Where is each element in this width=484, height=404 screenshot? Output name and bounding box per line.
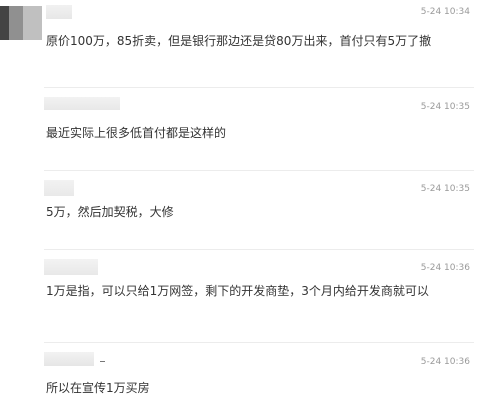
comment-time: 5-24 10:35 [420, 102, 470, 112]
comment-text: 最近实际上很多低首付都是这样的 [46, 126, 227, 140]
username-blurred[interactable] [44, 352, 105, 366]
comment-text: 5万，然后加契税，大修 [46, 205, 174, 219]
username-blurred[interactable] [44, 97, 120, 110]
username-blurred[interactable] [44, 259, 98, 275]
comment-text: 所以在宣传1万买房 [46, 381, 150, 395]
comment-time: 5-24 10:34 [420, 7, 470, 17]
username-blurred[interactable] [46, 5, 72, 19]
comment-text: 原价100万，85折卖，但是银行那边还是贷80万出来，首付只有5万了撤 [46, 34, 432, 48]
comment-list: 5-24 10:34 原价100万，85折卖，但是银行那边还是贷80万出来，首付… [0, 0, 484, 404]
comment-time: 5-24 10:35 [420, 184, 470, 194]
username-blurred[interactable] [44, 180, 74, 196]
comment-time: 5-24 10:36 [420, 357, 470, 367]
comment-text: 1万是指，可以只给1万网签，剩下的开发商垫，3个月内给开发商就可以 [46, 284, 429, 298]
comment-time: 5-24 10:36 [420, 263, 470, 273]
avatar[interactable] [0, 6, 42, 40]
